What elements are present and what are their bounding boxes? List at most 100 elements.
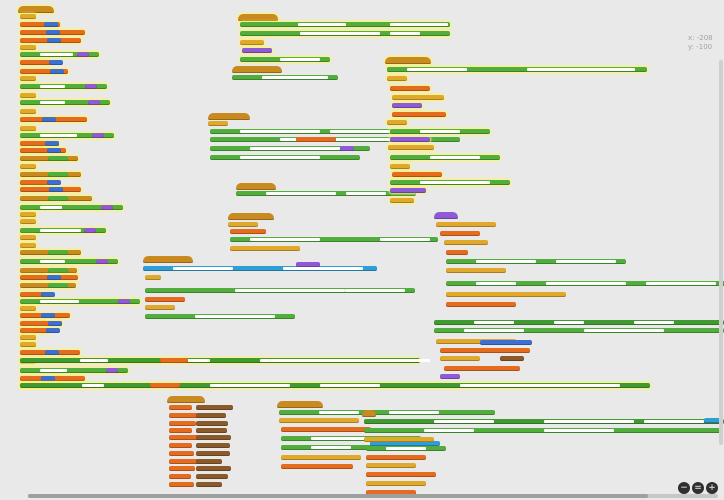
text-input-slot[interactable]: [380, 238, 430, 241]
list-block[interactable]: [196, 435, 232, 440]
event-handler-block[interactable]: [18, 6, 54, 13]
horizontal-scrollbar[interactable]: [28, 494, 718, 498]
value-block[interactable]: [40, 376, 55, 381]
text-input-slot[interactable]: [476, 260, 536, 263]
set-variable-block[interactable]: [169, 482, 195, 487]
text-input-slot[interactable]: [617, 68, 635, 71]
join-text-block[interactable]: [236, 191, 416, 196]
text-input-slot[interactable]: [460, 384, 620, 387]
text-input-slot[interactable]: [434, 420, 494, 423]
set-variable-block[interactable]: [150, 383, 180, 388]
set-variable-block[interactable]: [169, 451, 195, 456]
event-handler-block[interactable]: [208, 113, 250, 120]
event-handler-block[interactable]: [228, 213, 274, 220]
control-block[interactable]: [436, 222, 496, 227]
control-block[interactable]: [366, 481, 426, 486]
control-block[interactable]: [20, 219, 36, 224]
text-input-slot[interactable]: [40, 85, 66, 88]
text-input-slot[interactable]: [40, 300, 79, 303]
text-input-slot[interactable]: [644, 420, 704, 423]
blocks-workspace[interactable]: [0, 0, 724, 500]
value-block[interactable]: [480, 340, 532, 345]
call-procedure-block[interactable]: [92, 133, 105, 138]
text-input-slot[interactable]: [544, 429, 614, 432]
control-block[interactable]: [446, 268, 506, 273]
join-text-block[interactable]: [434, 320, 724, 325]
set-variable-block[interactable]: [145, 297, 185, 302]
text-input-slot[interactable]: [40, 260, 65, 263]
list-block[interactable]: [196, 459, 223, 464]
call-procedure-block[interactable]: [96, 259, 109, 264]
join-text-block[interactable]: [20, 358, 430, 363]
set-variable-block[interactable]: [169, 443, 193, 448]
set-variable-block[interactable]: [169, 421, 197, 426]
call-procedure-block[interactable]: [84, 228, 96, 233]
text-input-slot[interactable]: [300, 32, 380, 35]
text-input-slot[interactable]: [173, 267, 233, 270]
join-text-block[interactable]: [20, 383, 650, 388]
control-block[interactable]: [20, 164, 36, 169]
control-block[interactable]: [366, 463, 416, 468]
value-block[interactable]: [47, 321, 62, 326]
event-handler-block[interactable]: [232, 66, 282, 73]
join-text-block[interactable]: [145, 288, 415, 293]
control-block[interactable]: [208, 121, 228, 126]
text-input-slot[interactable]: [584, 329, 664, 332]
control-block[interactable]: [20, 14, 36, 19]
zoom-reset-button[interactable]: =: [692, 482, 704, 494]
control-block[interactable]: [20, 45, 36, 50]
event-handler-block[interactable]: [238, 14, 278, 21]
text-input-slot[interactable]: [250, 147, 340, 150]
text-input-slot[interactable]: [420, 181, 490, 184]
text-input-slot[interactable]: [262, 76, 328, 79]
set-variable-block[interactable]: [444, 366, 520, 371]
event-handler-block[interactable]: [362, 410, 376, 417]
event-handler-block[interactable]: [143, 256, 193, 263]
call-procedure-block[interactable]: [101, 205, 114, 210]
control-block[interactable]: [388, 145, 434, 150]
call-procedure-block[interactable]: [117, 299, 130, 304]
control-block[interactable]: [387, 76, 407, 81]
set-variable-block[interactable]: [392, 172, 442, 177]
join-text-block[interactable]: [48, 250, 68, 255]
set-variable-block[interactable]: [366, 472, 436, 477]
value-block[interactable]: [46, 328, 61, 333]
value-block[interactable]: [49, 60, 64, 65]
text-input-slot[interactable]: [40, 101, 66, 104]
set-variable-block[interactable]: [281, 464, 353, 469]
join-text-block[interactable]: [240, 22, 450, 27]
text-input-slot[interactable]: [389, 411, 439, 414]
join-text-block[interactable]: [434, 328, 724, 333]
control-block[interactable]: [364, 437, 434, 442]
control-block[interactable]: [392, 95, 444, 100]
join-text-block[interactable]: [387, 67, 647, 72]
text-input-slot[interactable]: [350, 359, 410, 362]
control-block[interactable]: [228, 222, 258, 227]
join-text-block[interactable]: [48, 283, 68, 288]
set-variable-block[interactable]: [160, 358, 188, 363]
value-block[interactable]: [46, 275, 61, 280]
text-input-slot[interactable]: [390, 23, 448, 26]
text-input-slot[interactable]: [240, 156, 320, 159]
control-block[interactable]: [390, 198, 414, 203]
set-variable-block[interactable]: [169, 405, 193, 410]
text-input-slot[interactable]: [634, 321, 674, 324]
text-input-slot[interactable]: [40, 53, 74, 56]
join-text-block[interactable]: [279, 410, 495, 415]
join-text-block[interactable]: [390, 129, 490, 134]
text-input-slot[interactable]: [527, 68, 627, 71]
join-text-block[interactable]: [210, 155, 360, 160]
text-input-slot[interactable]: [319, 411, 359, 414]
list-block[interactable]: [196, 443, 230, 448]
join-text-block[interactable]: [366, 446, 446, 451]
event-handler-block[interactable]: [236, 183, 276, 190]
control-block[interactable]: [440, 356, 480, 361]
value-block[interactable]: [46, 148, 61, 153]
text-input-slot[interactable]: [556, 260, 616, 263]
set-variable-block[interactable]: [169, 435, 200, 440]
text-input-slot[interactable]: [386, 447, 426, 450]
horizontal-scrollbar-thumb[interactable]: [28, 494, 648, 498]
text-input-slot[interactable]: [407, 68, 467, 71]
value-block[interactable]: [47, 180, 62, 185]
text-input-slot[interactable]: [40, 369, 68, 372]
